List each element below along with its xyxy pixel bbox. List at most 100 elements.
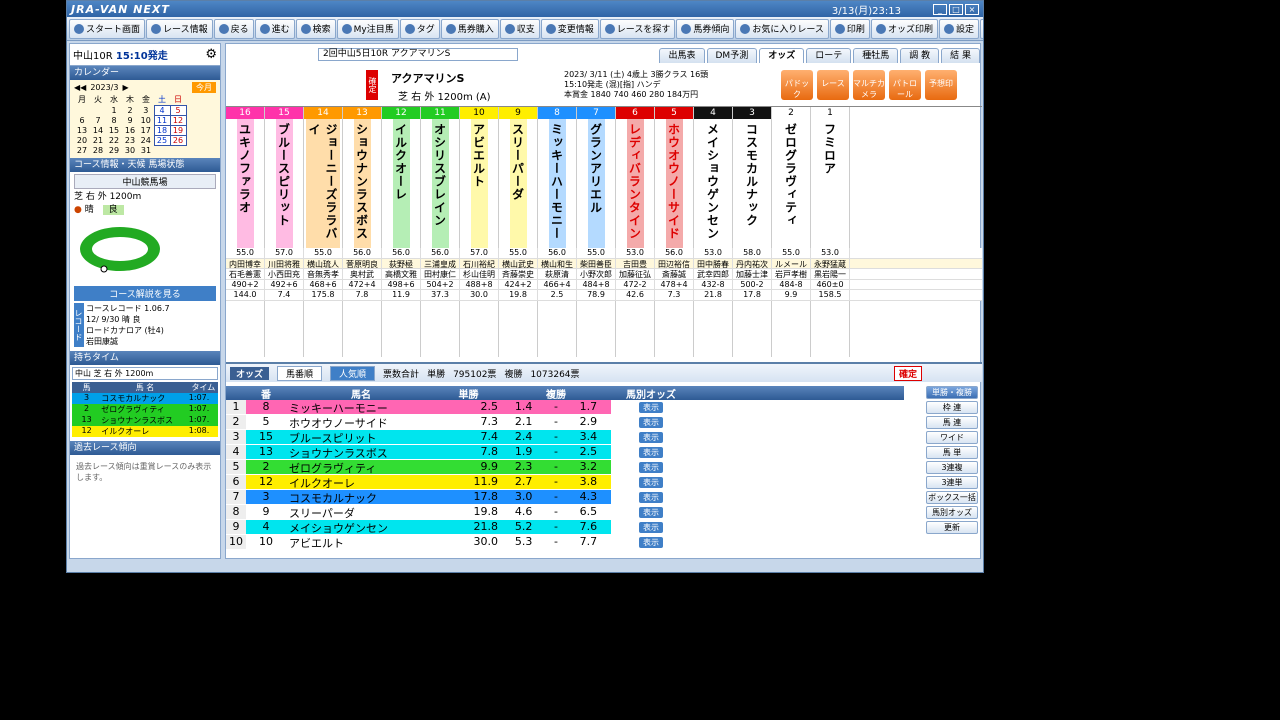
show-odds-button[interactable]: 表示 bbox=[639, 492, 663, 503]
toolbar-button[interactable]: スタート画面 bbox=[69, 18, 146, 39]
odds-row[interactable]: 10 10 アビエルト 30.0 5.3-7.7 表示 bbox=[226, 535, 904, 550]
toolbar-button[interactable]: ヘルプ bbox=[979, 18, 983, 39]
toolbar-button[interactable]: お気に入りレース bbox=[735, 18, 829, 39]
odds-row[interactable]: 3 15 ブルースピリット 7.4 2.4 - 3.4 表示 bbox=[226, 430, 904, 445]
odds-row[interactable]: 8 9 スリーパーダ 19.8 4.6 - 6.5 表示 bbox=[226, 505, 904, 520]
toolbar-button[interactable]: レースを探す bbox=[599, 18, 676, 39]
toolbar-button[interactable]: My注目馬 bbox=[336, 18, 399, 39]
toolbar-button[interactable]: 設定 bbox=[938, 18, 979, 39]
tab-0[interactable]: 出馬表 bbox=[659, 48, 705, 63]
calendar-day[interactable]: 28 bbox=[90, 146, 106, 156]
calendar-day[interactable]: 17 bbox=[138, 126, 154, 136]
calendar-day[interactable]: 7 bbox=[90, 116, 106, 126]
bet-type-button-3[interactable]: ワイド bbox=[926, 431, 978, 444]
time-row[interactable]: 3 コスモカルナック 1:07. bbox=[72, 392, 218, 404]
calendar-day[interactable]: 4 bbox=[153, 105, 171, 116]
odds-row[interactable]: 9 4 メイショウゲンセン 21.8 5.2 - 7.6 表示 bbox=[226, 520, 904, 535]
toolbar-button[interactable]: 検索 bbox=[295, 18, 336, 39]
race-select[interactable]: 2回中山5日10R アクアマリンS bbox=[318, 48, 518, 61]
bet-type-button-0[interactable]: 単勝・複勝 bbox=[926, 386, 978, 399]
show-odds-button[interactable]: 表示 bbox=[639, 432, 663, 443]
calendar-day[interactable]: 2 bbox=[122, 106, 138, 116]
calendar-day[interactable]: 20 bbox=[74, 136, 90, 146]
calendar-day[interactable]: 23 bbox=[122, 136, 138, 146]
toolbar-button[interactable]: 収支 bbox=[499, 18, 540, 39]
tab-2[interactable]: オッズ bbox=[759, 48, 805, 63]
toolbar-button[interactable]: レース情報 bbox=[146, 18, 213, 39]
calendar-day[interactable]: 6 bbox=[74, 116, 90, 126]
show-odds-button[interactable]: 表示 bbox=[639, 477, 663, 488]
next-month-button[interactable]: ▶ bbox=[122, 83, 128, 92]
calendar-day[interactable]: 24 bbox=[138, 136, 154, 146]
time-row[interactable]: 12 イルクオーレ 1:08. bbox=[72, 425, 218, 437]
calendar-day[interactable]: 26 bbox=[169, 135, 187, 146]
prev-month-button[interactable]: ◀◀ bbox=[74, 83, 86, 92]
time-select[interactable]: 中山 芝 右 外 1200m bbox=[72, 366, 218, 380]
calendar-day[interactable]: 12 bbox=[169, 115, 187, 126]
odds-row[interactable]: 4 13 ショウナンラスボス 7.8 1.9 - 2.5 表示 bbox=[226, 445, 904, 460]
calendar-day[interactable]: 13 bbox=[74, 126, 90, 136]
show-odds-button[interactable]: 表示 bbox=[639, 522, 663, 533]
race-button-2[interactable]: マルチカメラ bbox=[853, 70, 885, 100]
bet-type-button-8[interactable]: 馬別オッズ bbox=[926, 506, 978, 519]
calendar-day[interactable]: 19 bbox=[169, 125, 187, 136]
toolbar-button[interactable]: 戻る bbox=[213, 18, 254, 39]
toolbar-button[interactable]: タグ bbox=[399, 18, 440, 39]
tab-3[interactable]: ローテ bbox=[806, 48, 852, 63]
calendar-day[interactable]: 31 bbox=[138, 146, 154, 156]
race-button-0[interactable]: パドック bbox=[781, 70, 813, 100]
calendar-day[interactable]: 3 bbox=[138, 106, 154, 116]
tab-popularity-order[interactable]: 人気順 bbox=[330, 365, 376, 381]
toolbar-button[interactable]: 進む bbox=[254, 18, 295, 39]
time-row[interactable]: 13 ショウナンラスボス 1:07. bbox=[72, 414, 218, 426]
calendar-day[interactable]: 5 bbox=[169, 105, 187, 116]
odds-row[interactable]: 7 3 コスモカルナック 17.8 3.0 - 4.3 表示 bbox=[226, 490, 904, 505]
race-button-4[interactable]: 予想印 bbox=[925, 70, 957, 100]
odds-row[interactable]: 2 5 ホウオウノーサイド 7.3 2.1 - 2.9 表示 bbox=[226, 415, 904, 430]
calendar-day[interactable]: 10 bbox=[138, 116, 154, 126]
calendar-day[interactable]: 18 bbox=[153, 125, 171, 136]
bet-type-button-7[interactable]: ボックス一括 bbox=[926, 491, 978, 504]
calendar-day[interactable]: 9 bbox=[122, 116, 138, 126]
bet-type-button-4[interactable]: 馬 単 bbox=[926, 446, 978, 459]
this-month-button[interactable]: 今月 bbox=[192, 82, 216, 93]
calendar-day[interactable]: 15 bbox=[106, 126, 122, 136]
bet-type-button-2[interactable]: 馬 連 bbox=[926, 416, 978, 429]
tab-5[interactable]: 調 教 bbox=[900, 48, 940, 63]
show-odds-button[interactable]: 表示 bbox=[639, 462, 663, 473]
gear-icon[interactable]: ⚙ bbox=[205, 47, 217, 62]
calendar-day[interactable]: 1 bbox=[106, 106, 122, 116]
race-button-3[interactable]: パトロール bbox=[889, 70, 921, 100]
toolbar-button[interactable]: 馬券購入 bbox=[440, 18, 499, 39]
tab-1[interactable]: DM予測 bbox=[706, 48, 758, 63]
calendar-day[interactable]: 25 bbox=[153, 135, 171, 146]
odds-row[interactable]: 5 2 ゼログラヴィティ 9.9 2.3 - 3.2 表示 bbox=[226, 460, 904, 475]
show-odds-button[interactable]: 表示 bbox=[639, 537, 663, 548]
calendar-day[interactable]: 8 bbox=[106, 116, 122, 126]
calendar-day[interactable]: 29 bbox=[106, 146, 122, 156]
bet-type-button-9[interactable]: 更新 bbox=[926, 521, 978, 534]
show-odds-button[interactable]: 表示 bbox=[639, 417, 663, 428]
odds-row[interactable]: 1 8 ミッキーハーモニー 2.5 1.4 - 1.7 表示 bbox=[226, 400, 904, 415]
toolbar-button[interactable]: 馬券傾向 bbox=[676, 18, 735, 39]
bet-type-button-1[interactable]: 枠 連 bbox=[926, 401, 978, 414]
calendar-day[interactable]: 27 bbox=[74, 146, 90, 156]
toolbar-button[interactable]: 印刷 bbox=[829, 18, 870, 39]
toolbar-button[interactable]: オッズ印刷 bbox=[870, 18, 938, 39]
calendar-day[interactable]: 30 bbox=[122, 146, 138, 156]
odds-row[interactable]: 6 12 イルクオーレ 11.9 2.7 - 3.8 表示 bbox=[226, 475, 904, 490]
tab-4[interactable]: 種牡馬 bbox=[853, 48, 899, 63]
show-odds-button[interactable]: 表示 bbox=[639, 507, 663, 518]
calendar-day[interactable]: 22 bbox=[106, 136, 122, 146]
calendar-day[interactable]: 11 bbox=[153, 115, 171, 126]
calendar-day[interactable]: 21 bbox=[90, 136, 106, 146]
tab-number-order[interactable]: 馬番順 bbox=[277, 365, 323, 381]
maximize-button[interactable]: □ bbox=[949, 3, 963, 15]
toolbar-button[interactable]: 変更情報 bbox=[540, 18, 599, 39]
calendar-day[interactable]: 16 bbox=[122, 126, 138, 136]
show-odds-button[interactable]: 表示 bbox=[639, 402, 663, 413]
race-button-1[interactable]: レース bbox=[817, 70, 849, 100]
time-row[interactable]: 2 ゼログラヴィティ 1:07. bbox=[72, 403, 218, 415]
bet-type-button-5[interactable]: 3連複 bbox=[926, 461, 978, 474]
calendar-day[interactable]: 14 bbox=[90, 126, 106, 136]
